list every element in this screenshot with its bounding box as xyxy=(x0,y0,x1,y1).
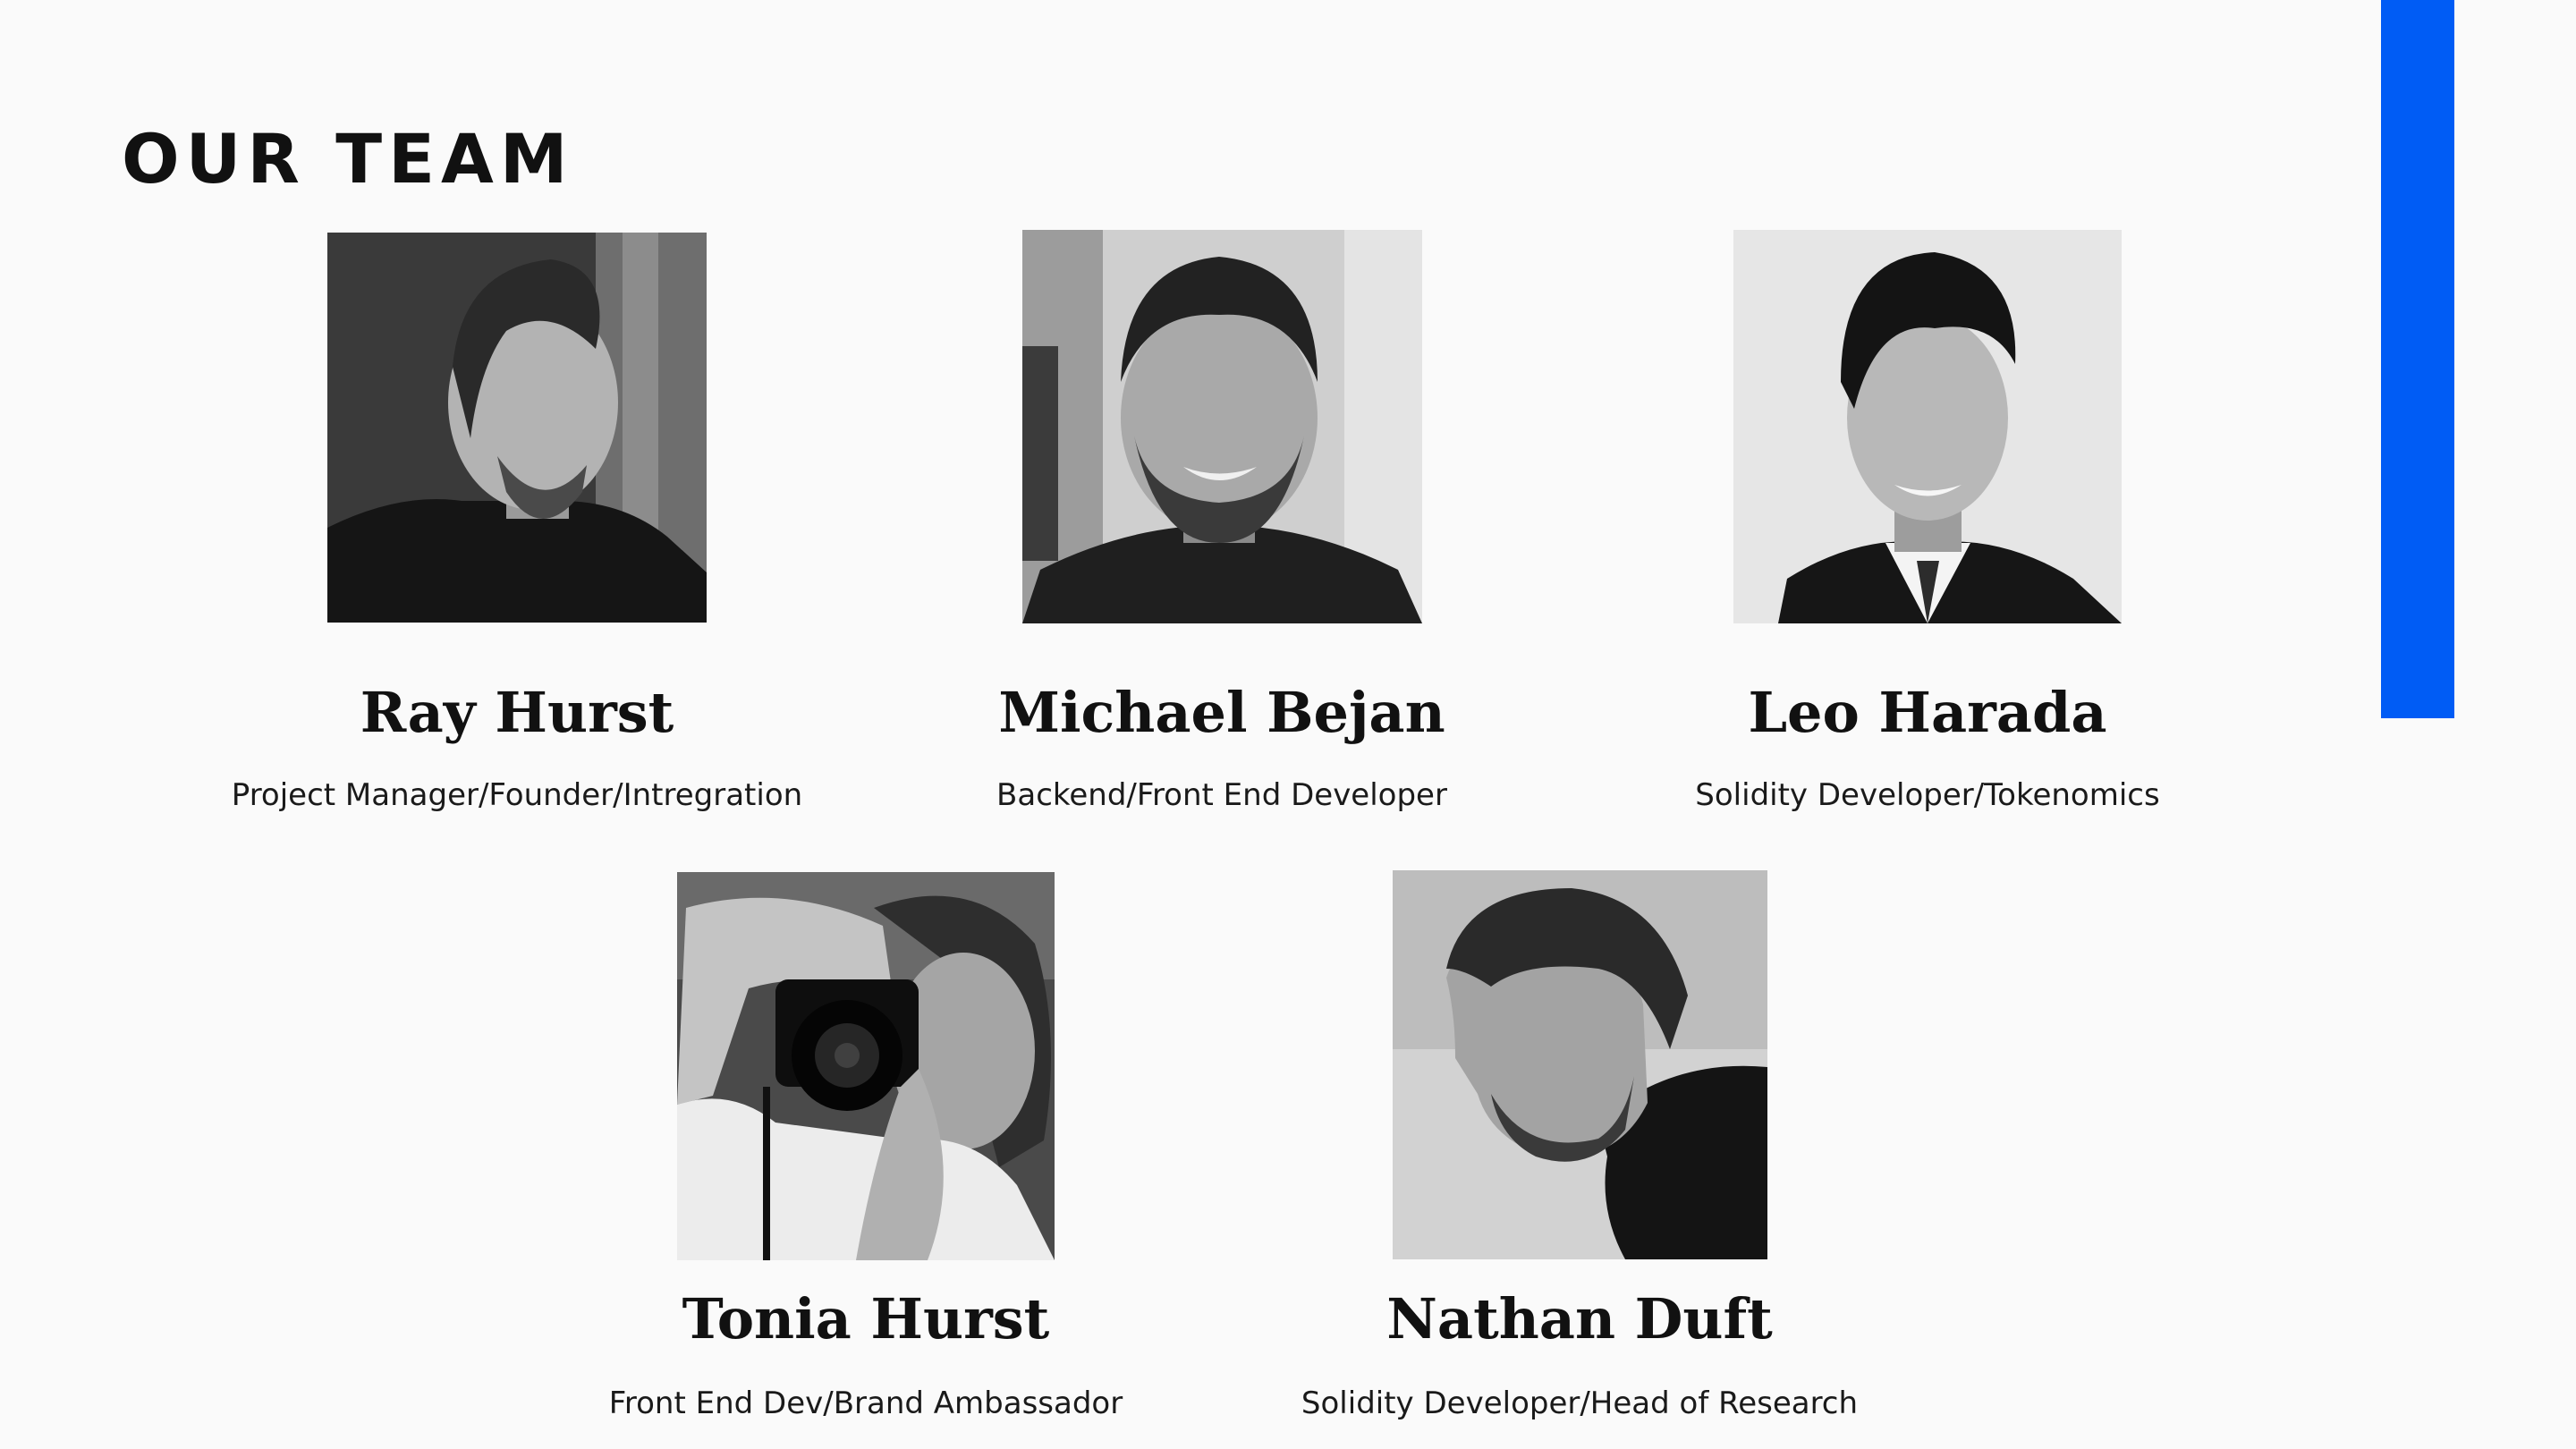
member-photo-ray-hurst xyxy=(327,233,707,623)
member-role: Project Manager/Founder/Intregration xyxy=(231,777,803,813)
member-name: Tonia Hurst xyxy=(682,1286,1050,1352)
member-name: Leo Harada xyxy=(1748,680,2107,745)
member-photo-michael-bejan xyxy=(1022,230,1422,623)
accent-bar xyxy=(2381,0,2454,718)
section-title: OUR TEAM xyxy=(122,119,574,199)
member-role: Solidity Developer/Head of Research xyxy=(1301,1385,1859,1421)
member-name: Nathan Duft xyxy=(1386,1286,1773,1352)
member-name: Michael Bejan xyxy=(998,680,1445,745)
member-role: Front End Dev/Brand Ambassador xyxy=(608,1385,1123,1421)
member-photo-tonia-hurst xyxy=(677,872,1055,1260)
member-role: Solidity Developer/Tokenomics xyxy=(1695,777,2160,813)
team-slide: OUR TEAM Ray Hurst Project Manager/Found… xyxy=(0,0,2576,1449)
member-photo-leo-harada xyxy=(1733,230,2122,623)
member-role: Backend/Front End Developer xyxy=(996,777,1447,813)
member-name: Ray Hurst xyxy=(360,680,674,745)
member-photo-nathan-duft xyxy=(1393,870,1767,1259)
